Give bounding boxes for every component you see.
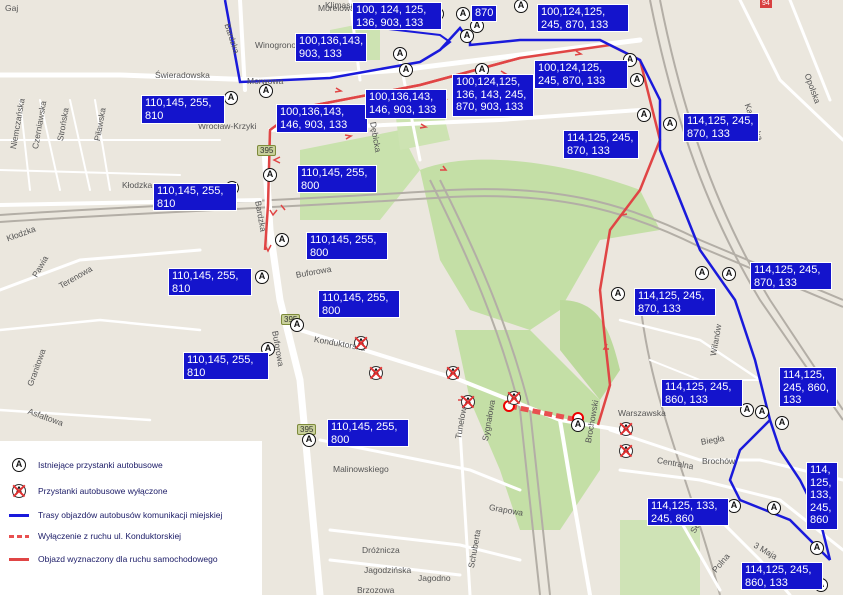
bus-stop-icon[interactable]: A — [727, 499, 741, 513]
bus-lines-label: 110,145, 255, 810 — [153, 183, 237, 211]
legend-item-closure: Wyłączenie z ruchu ul. Konduktorskiej — [8, 531, 181, 541]
bus-lines-label: 114,125, 245, 860, 133 — [779, 367, 837, 407]
road-number-shield: 94 — [760, 0, 772, 8]
street-name: Świeradowska — [155, 70, 210, 80]
bus-lines-label: 114,125, 245, 860, 133 — [741, 562, 823, 590]
bus-stop-icon[interactable]: A — [290, 318, 304, 332]
bus-stop-icon[interactable]: A — [663, 117, 677, 131]
bus-stop-icon[interactable]: A — [767, 501, 781, 515]
street-name: Dróżnicza — [362, 545, 400, 555]
bus-stop-icon[interactable]: A — [611, 287, 625, 301]
bus-lines-label: 114,125, 245, 870, 133 — [750, 262, 832, 290]
bus-lines-label: 110,145, 255, 810 — [183, 352, 269, 380]
bus-stop-icon[interactable]: A — [810, 541, 824, 555]
bus-lines-label: 100,136,143, 146, 903, 133 — [276, 104, 368, 133]
bus-lines-label: 114,125, 245, 870, 133 — [683, 113, 759, 142]
bus-lines-label: 114,125, 245, 870, 133 — [634, 288, 716, 316]
map-canvas[interactable]: Morelowa Gaj Bardzka Winogronowa Świeradowsk… — [0, 0, 843, 595]
bus-lines-label: 110,145, 255, 810 — [141, 95, 225, 124]
bus-lines-label: 100,124,125, 245, 870, 133 — [537, 4, 629, 32]
street-name: Brochów — [702, 456, 736, 466]
street-name: Brzozowa — [357, 585, 395, 595]
bus-stop-icon[interactable]: A — [224, 91, 238, 105]
bus-lines-label: 110,145, 255, 800 — [327, 419, 409, 447]
closed-bus-stop-icon[interactable]: A — [461, 395, 475, 409]
bus-lines-label: 110,145, 255, 800 — [306, 232, 388, 260]
bus-stop-icon[interactable]: A — [259, 84, 273, 98]
bus-stop-icon[interactable]: A — [630, 73, 644, 87]
legend-item-bus-detour: Trasy objazdów autobusów komunikacji mie… — [8, 510, 222, 520]
street-name: Gaj — [5, 3, 19, 13]
dashed-red-line-icon — [9, 534, 29, 538]
legend-label: Przystanki autobusowe wyłączone — [38, 486, 168, 496]
closed-bus-stop-icon[interactable]: A — [619, 444, 633, 458]
bus-stop-icon[interactable]: A — [399, 63, 413, 77]
bus-stop-icon[interactable]: A — [255, 270, 269, 284]
closed-bus-stop-icon[interactable]: A — [369, 366, 383, 380]
bus-lines-label: 114,125, 245, 870, 133 — [563, 130, 639, 159]
legend-label: Objazd wyznaczony dla ruchu samochodoweg… — [38, 554, 218, 564]
legend-item-existing-stops: A Istniejące przystanki autobusowe — [8, 458, 163, 472]
bus-lines-label: 114, 125, 133, 245, 860 — [806, 462, 838, 530]
bus-lines-label: 100,136,143, 903, 133 — [295, 33, 367, 62]
bus-stop-icon[interactable]: A — [302, 433, 316, 447]
bus-stop-icon[interactable]: A — [393, 47, 407, 61]
closed-bus-stop-icon[interactable]: A — [354, 336, 368, 350]
bus-stop-icon[interactable]: A — [775, 416, 789, 430]
bus-stop-icon[interactable]: A — [456, 7, 470, 21]
bus-lines-label: 100,124,125, 136, 143, 245, 870, 903, 13… — [452, 74, 534, 117]
bus-lines-label: 110,145, 255, 810 — [168, 268, 252, 296]
bus-stop-icon[interactable]: A — [571, 418, 585, 432]
bus-stop-icon[interactable]: A — [460, 29, 474, 43]
bus-stop-icon[interactable]: A — [637, 108, 651, 122]
bus-lines-label: 100,124,125, 245, 870, 133 — [534, 60, 628, 89]
legend-item-closed-stops: A Przystanki autobusowe wyłączone — [8, 484, 167, 498]
street-name: Malinowskiego — [333, 464, 389, 474]
bus-stop-icon[interactable]: A — [755, 405, 769, 419]
bus-stop-icon[interactable]: A — [275, 233, 289, 247]
bus-lines-label: 110,145, 255, 800 — [318, 290, 400, 318]
road-number-shield: 395 — [257, 145, 277, 156]
bus-lines-label: 110,145, 255, 800 — [297, 165, 377, 193]
bus-lines-label: 114,125, 133, 245, 860 — [647, 498, 729, 526]
legend-label: Trasy objazdów autobusów komunikacji mie… — [38, 510, 223, 520]
bus-lines-label: 114,125, 245, 860, 133 — [661, 379, 743, 407]
bus-stop-icon: A — [12, 458, 26, 472]
street-name: Klimasa — [325, 0, 356, 10]
closed-bus-stop-icon[interactable]: A — [446, 366, 460, 380]
street-name: Kłodzka — [122, 180, 153, 190]
map-legend: A Istniejące przystanki autobusowe A Prz… — [0, 441, 262, 595]
closed-bus-stop-icon[interactable]: A — [619, 422, 633, 436]
legend-item-car-detour: Objazd wyznaczony dla ruchu samochodoweg… — [8, 554, 218, 564]
street-name: Jagodno — [418, 573, 451, 583]
bus-lines-label: 100,136,143, 146, 903, 133 — [365, 89, 447, 119]
closed-bus-stop-icon: A — [12, 484, 26, 498]
blue-line-icon — [9, 513, 29, 517]
closed-bus-stop-icon[interactable]: A — [507, 391, 521, 405]
bus-stop-icon[interactable]: A — [695, 266, 709, 280]
legend-label: Istniejące przystanki autobusowe — [38, 460, 163, 470]
red-line-icon — [9, 557, 29, 561]
street-name: Warszawska — [618, 408, 666, 418]
bus-stop-icon[interactable]: A — [263, 168, 277, 182]
bus-lines-label: 100, 124, 125, 136, 903, 133 — [352, 2, 442, 30]
bus-stop-icon[interactable]: A — [722, 267, 736, 281]
street-name: Jagodzińska — [364, 565, 412, 575]
bus-lines-label: 870 — [471, 5, 497, 22]
legend-label: Wyłączenie z ruchu ul. Konduktorskiej — [38, 531, 182, 541]
